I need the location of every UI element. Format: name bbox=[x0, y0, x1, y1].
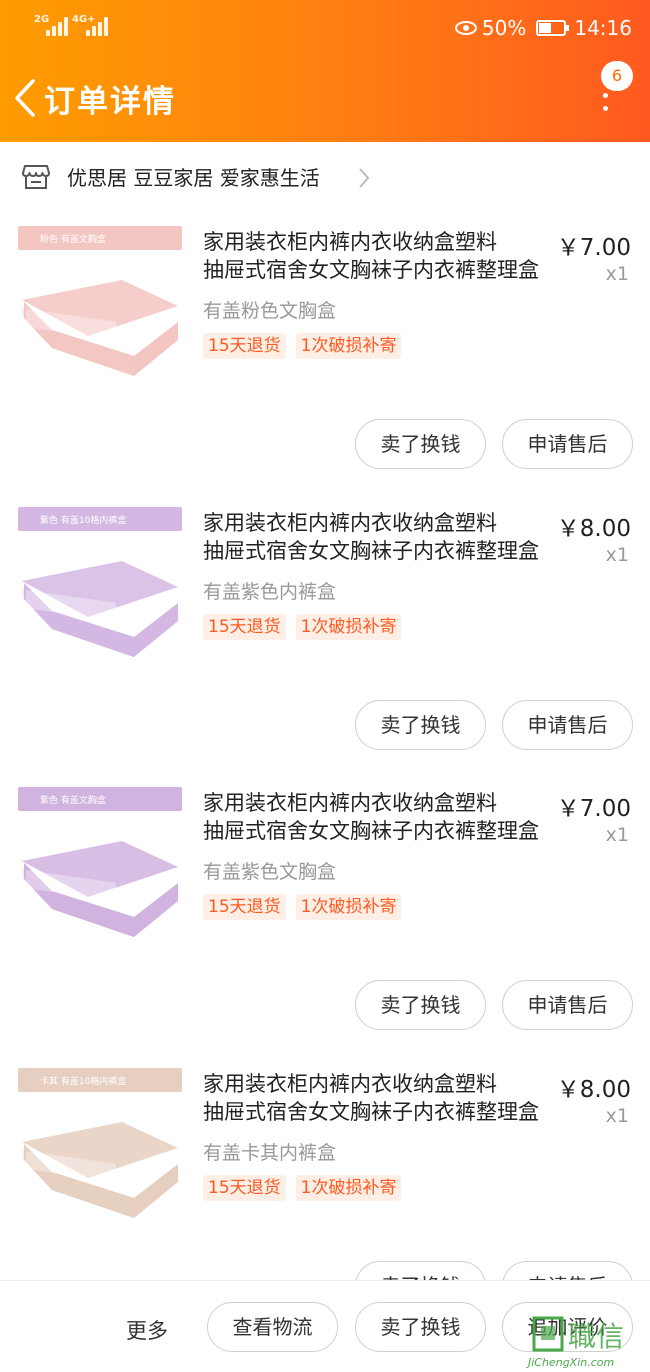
page-title: 订单详情 bbox=[44, 84, 176, 120]
product-title[interactable]: 家用装衣柜内裤内衣收纳盒塑料 抽屉式宿舍女文胸袜子内衣裤整理盒 bbox=[203, 789, 553, 845]
sell-exchange-button[interactable]: 卖了换钱 bbox=[355, 980, 486, 1030]
service-tag-return: 15天退货 bbox=[203, 894, 286, 920]
product-image[interactable]: 紫色 有盖文胸盒 bbox=[18, 787, 182, 951]
sell-exchange-button[interactable]: 卖了换钱 bbox=[355, 419, 486, 469]
product-spec: 有盖紫色内裤盒 bbox=[203, 581, 337, 603]
sell-exchange-button[interactable]: 卖了换钱 bbox=[355, 1302, 486, 1352]
storage-box-image bbox=[22, 561, 178, 657]
product-image[interactable]: 卡其 有盖10格内裤盒 bbox=[18, 1068, 182, 1232]
product-title-line-1: 家用装衣柜内裤内衣收纳盒塑料 bbox=[203, 511, 497, 535]
product-price: ￥7.00 bbox=[556, 796, 631, 822]
product-title-line-2: 抽屉式宿舍女文胸袜子内衣裤整理盒 bbox=[203, 258, 539, 282]
battery-icon bbox=[536, 20, 570, 36]
signal-bars-2-icon bbox=[84, 16, 110, 36]
product-quantity: x1 bbox=[605, 824, 629, 846]
product-price: ￥7.00 bbox=[556, 235, 631, 261]
service-tag-damage: 1次破损补寄 bbox=[295, 333, 402, 359]
after-sale-button[interactable]: 申请售后 bbox=[502, 700, 633, 750]
view-logistics-button[interactable]: 查看物流 bbox=[207, 1302, 338, 1352]
product-title-line-2: 抽屉式宿舍女文胸袜子内衣裤整理盒 bbox=[203, 1100, 539, 1124]
service-tags: 15天退货 1次破损补寄 bbox=[203, 614, 411, 640]
sell-exchange-button[interactable]: 卖了换钱 bbox=[355, 700, 486, 750]
service-tag-damage: 1次破损补寄 bbox=[295, 614, 402, 640]
product-title-line-1: 家用装衣柜内裤内衣收纳盒塑料 bbox=[203, 1072, 497, 1096]
product-title[interactable]: 家用装衣柜内裤内衣收纳盒塑料 抽屉式宿舍女文胸袜子内衣裤整理盒 bbox=[203, 1070, 553, 1126]
product-title-line-2: 抽屉式宿舍女文胸袜子内衣裤整理盒 bbox=[203, 539, 539, 563]
service-tags: 15天退货 1次破损补寄 bbox=[203, 333, 411, 359]
shop-name[interactable]: 优思居 豆豆家居 爱家惠生活 bbox=[67, 162, 320, 191]
storage-box-image bbox=[22, 1122, 178, 1218]
watermark-logo-text: 職信 bbox=[568, 1320, 624, 1353]
service-tag-return: 15天退货 bbox=[203, 333, 286, 359]
signal-bars-1-icon bbox=[44, 16, 70, 36]
product-title-line-1: 家用装衣柜内裤内衣收纳盒塑料 bbox=[203, 230, 497, 254]
order-item[interactable]: 紫色 有盖文胸盒 家用装衣柜内裤内衣收纳盒塑料 抽屉式宿舍女文胸袜子内衣裤整理盒… bbox=[0, 787, 650, 1067]
product-spec: 有盖粉色文胸盒 bbox=[203, 300, 337, 322]
service-tag-damage: 1次破损补寄 bbox=[295, 1175, 402, 1201]
shop-row[interactable]: 优思居 豆豆家居 爱家惠生活 bbox=[0, 142, 650, 214]
service-tags: 15天退货 1次破损补寄 bbox=[203, 894, 411, 920]
product-title-line-2: 抽屉式宿舍女文胸袜子内衣裤整理盒 bbox=[203, 819, 539, 843]
status-bar: 2G 4G+ 50% 14:16 bbox=[0, 0, 650, 56]
product-quantity: x1 bbox=[605, 1105, 629, 1127]
eye-comfort-icon bbox=[454, 21, 477, 35]
back-arrow-icon[interactable] bbox=[12, 78, 38, 118]
storage-box-image bbox=[22, 841, 178, 937]
chevron-right-icon bbox=[359, 168, 370, 188]
message-count-badge[interactable]: 6 bbox=[601, 61, 633, 91]
battery-percent: 50% bbox=[481, 16, 527, 40]
product-quantity: x1 bbox=[605, 544, 629, 566]
after-sale-button[interactable]: 申请售后 bbox=[502, 980, 633, 1030]
product-quantity: x1 bbox=[605, 263, 629, 285]
product-title[interactable]: 家用装衣柜内裤内衣收纳盒塑料 抽屉式宿舍女文胸袜子内衣裤整理盒 bbox=[203, 509, 553, 565]
order-item[interactable]: 粉色 有盖文胸盒 家用装衣柜内裤内衣收纳盒塑料 抽屉式宿舍女文胸袜子内衣裤整理盒… bbox=[0, 226, 650, 506]
product-spec: 有盖卡其内裤盒 bbox=[203, 1142, 337, 1164]
more-button[interactable]: 更多 bbox=[126, 1315, 168, 1345]
product-title-line-1: 家用装衣柜内裤内衣收纳盒塑料 bbox=[203, 791, 497, 815]
app-header: 2G 4G+ 50% 14:16 订单详情 6 bbox=[0, 0, 650, 142]
clock: 14:16 bbox=[574, 16, 632, 40]
service-tag-damage: 1次破损补寄 bbox=[295, 894, 402, 920]
order-item[interactable]: 紫色 有盖10格内裤盒 家用装衣柜内裤内衣收纳盒塑料 抽屉式宿舍女文胸袜子内衣裤… bbox=[0, 507, 650, 787]
service-tag-return: 15天退货 bbox=[203, 1175, 286, 1201]
product-price: ￥8.00 bbox=[556, 516, 631, 542]
product-image[interactable]: 紫色 有盖10格内裤盒 bbox=[18, 507, 182, 671]
store-icon bbox=[22, 165, 50, 189]
more-options-icon[interactable] bbox=[598, 92, 614, 116]
watermark-text: JiChengXin.com bbox=[528, 1356, 615, 1369]
product-image[interactable]: 粉色 有盖文胸盒 bbox=[18, 226, 182, 390]
product-price: ￥8.00 bbox=[556, 1077, 631, 1103]
after-sale-button[interactable]: 申请售后 bbox=[502, 419, 633, 469]
service-tag-return: 15天退货 bbox=[203, 614, 286, 640]
product-spec: 有盖紫色文胸盒 bbox=[203, 861, 337, 883]
service-tags: 15天退货 1次破损补寄 bbox=[203, 1175, 411, 1201]
storage-box-image bbox=[22, 280, 178, 376]
product-title[interactable]: 家用装衣柜内裤内衣收纳盒塑料 抽屉式宿舍女文胸袜子内衣裤整理盒 bbox=[203, 228, 553, 284]
